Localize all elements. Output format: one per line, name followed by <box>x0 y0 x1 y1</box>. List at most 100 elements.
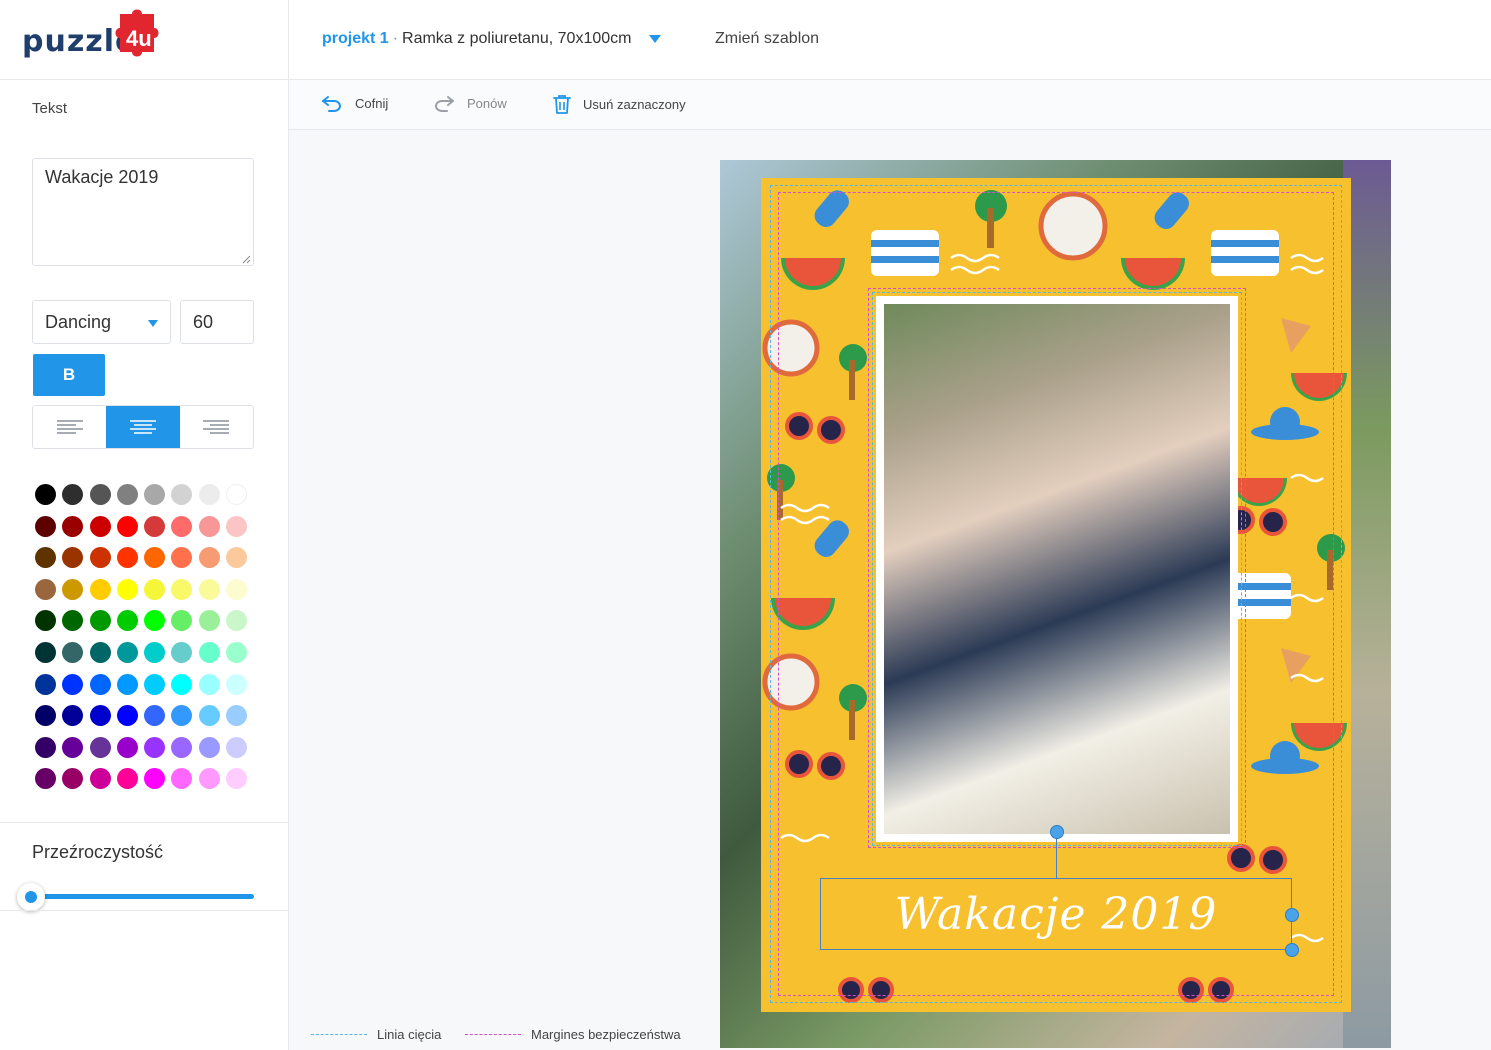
color-swatch[interactable] <box>171 610 193 632</box>
color-swatch[interactable] <box>62 610 84 632</box>
color-swatch[interactable] <box>116 515 138 537</box>
color-swatch[interactable] <box>89 705 111 727</box>
color-swatch[interactable] <box>62 484 84 505</box>
color-swatch[interactable] <box>35 610 56 632</box>
color-swatch[interactable] <box>144 610 166 632</box>
color-swatch[interactable] <box>62 547 84 569</box>
color-swatch[interactable] <box>144 673 166 695</box>
color-swatch[interactable] <box>144 515 166 537</box>
color-swatch[interactable] <box>62 578 84 600</box>
color-swatch[interactable] <box>171 641 193 663</box>
color-swatch[interactable] <box>89 768 111 790</box>
color-swatch[interactable] <box>35 578 56 600</box>
selected-text-box[interactable]: Wakacje 2019 <box>820 878 1292 950</box>
color-swatch[interactable] <box>89 515 111 537</box>
color-swatch[interactable] <box>171 484 193 505</box>
color-swatch[interactable] <box>226 547 248 569</box>
color-swatch[interactable] <box>144 641 166 663</box>
color-swatch[interactable] <box>89 673 111 695</box>
color-swatch[interactable] <box>144 768 166 790</box>
color-swatch[interactable] <box>226 673 248 695</box>
color-swatch[interactable] <box>89 547 111 569</box>
color-swatch[interactable] <box>62 515 84 537</box>
color-swatch[interactable] <box>116 736 138 758</box>
color-swatch[interactable] <box>198 484 220 505</box>
color-swatch[interactable] <box>144 736 166 758</box>
color-swatch[interactable] <box>171 768 193 790</box>
color-swatch[interactable] <box>62 768 84 790</box>
font-size-input[interactable]: 60 <box>180 300 254 344</box>
color-swatch[interactable] <box>198 641 220 663</box>
color-swatch[interactable] <box>89 578 111 600</box>
color-swatch[interactable] <box>144 547 166 569</box>
resize-grip-icon[interactable] <box>242 255 251 264</box>
color-swatch[interactable] <box>62 641 84 663</box>
color-swatch[interactable] <box>89 736 111 758</box>
color-swatch[interactable] <box>226 578 248 600</box>
project-selector[interactable]: projekt 1 · Ramka z poliuretanu, 70x100c… <box>322 30 662 48</box>
bold-button[interactable]: B <box>33 354 105 396</box>
color-swatch[interactable] <box>62 673 84 695</box>
color-swatch[interactable] <box>198 610 220 632</box>
text-input[interactable]: Wakacje 2019 <box>32 158 254 266</box>
color-swatch[interactable] <box>89 484 111 505</box>
color-swatch[interactable] <box>144 705 166 727</box>
delete-selected-button[interactable]: Usuń zaznaczony <box>553 94 686 114</box>
redo-button[interactable]: Ponów <box>433 94 507 112</box>
opacity-slider-handle[interactable] <box>17 883 45 911</box>
color-swatch[interactable] <box>144 578 166 600</box>
color-swatch[interactable] <box>171 547 193 569</box>
color-swatch[interactable] <box>116 768 138 790</box>
align-left-button[interactable] <box>33 406 107 448</box>
color-swatch[interactable] <box>144 484 166 505</box>
color-swatch[interactable] <box>35 736 56 758</box>
color-swatch[interactable] <box>226 641 248 663</box>
color-swatch[interactable] <box>116 641 138 663</box>
color-swatch[interactable] <box>116 484 138 505</box>
color-swatch[interactable] <box>116 578 138 600</box>
color-swatch[interactable] <box>198 768 220 790</box>
caret-down-icon[interactable] <box>649 35 662 43</box>
poster-preview[interactable]: Wakacje 2019 <box>720 160 1391 1048</box>
color-swatch[interactable] <box>226 515 248 537</box>
color-swatch[interactable] <box>116 547 138 569</box>
color-swatch[interactable] <box>62 736 84 758</box>
align-right-button[interactable] <box>179 406 253 448</box>
color-swatch[interactable] <box>171 515 193 537</box>
color-swatch[interactable] <box>198 673 220 695</box>
color-swatch[interactable] <box>35 484 56 505</box>
color-swatch[interactable] <box>116 610 138 632</box>
align-center-button[interactable] <box>106 406 180 448</box>
color-swatch[interactable] <box>62 705 84 727</box>
rotate-handle[interactable] <box>1050 825 1064 839</box>
color-swatch[interactable] <box>116 673 138 695</box>
color-swatch[interactable] <box>198 736 220 758</box>
color-swatch[interactable] <box>35 705 56 727</box>
font-family-select[interactable]: Dancing <box>32 300 171 344</box>
logo[interactable]: puzzle 4u <box>0 0 289 80</box>
color-swatch[interactable] <box>198 578 220 600</box>
color-swatch[interactable] <box>226 705 248 727</box>
resize-handle-right[interactable] <box>1285 908 1299 922</box>
color-swatch[interactable] <box>171 736 193 758</box>
color-swatch[interactable] <box>198 515 220 537</box>
color-swatch[interactable] <box>226 610 248 632</box>
color-swatch[interactable] <box>226 736 248 758</box>
resize-handle-bottom-right[interactable] <box>1285 943 1299 957</box>
color-swatch[interactable] <box>35 673 56 695</box>
color-swatch[interactable] <box>171 705 193 727</box>
color-swatch[interactable] <box>89 610 111 632</box>
color-swatch[interactable] <box>198 705 220 727</box>
undo-button[interactable]: Cofnij <box>321 94 388 112</box>
color-swatch[interactable] <box>35 515 56 537</box>
color-swatch[interactable] <box>226 768 248 790</box>
color-swatch[interactable] <box>198 547 220 569</box>
color-swatch[interactable] <box>171 578 193 600</box>
color-swatch[interactable] <box>35 768 56 790</box>
change-template-link[interactable]: Zmień szablon <box>715 30 819 48</box>
color-swatch[interactable] <box>35 641 56 663</box>
opacity-slider-track[interactable] <box>32 894 254 899</box>
color-swatch[interactable] <box>226 484 248 505</box>
color-swatch[interactable] <box>35 547 56 569</box>
color-swatch[interactable] <box>171 673 193 695</box>
